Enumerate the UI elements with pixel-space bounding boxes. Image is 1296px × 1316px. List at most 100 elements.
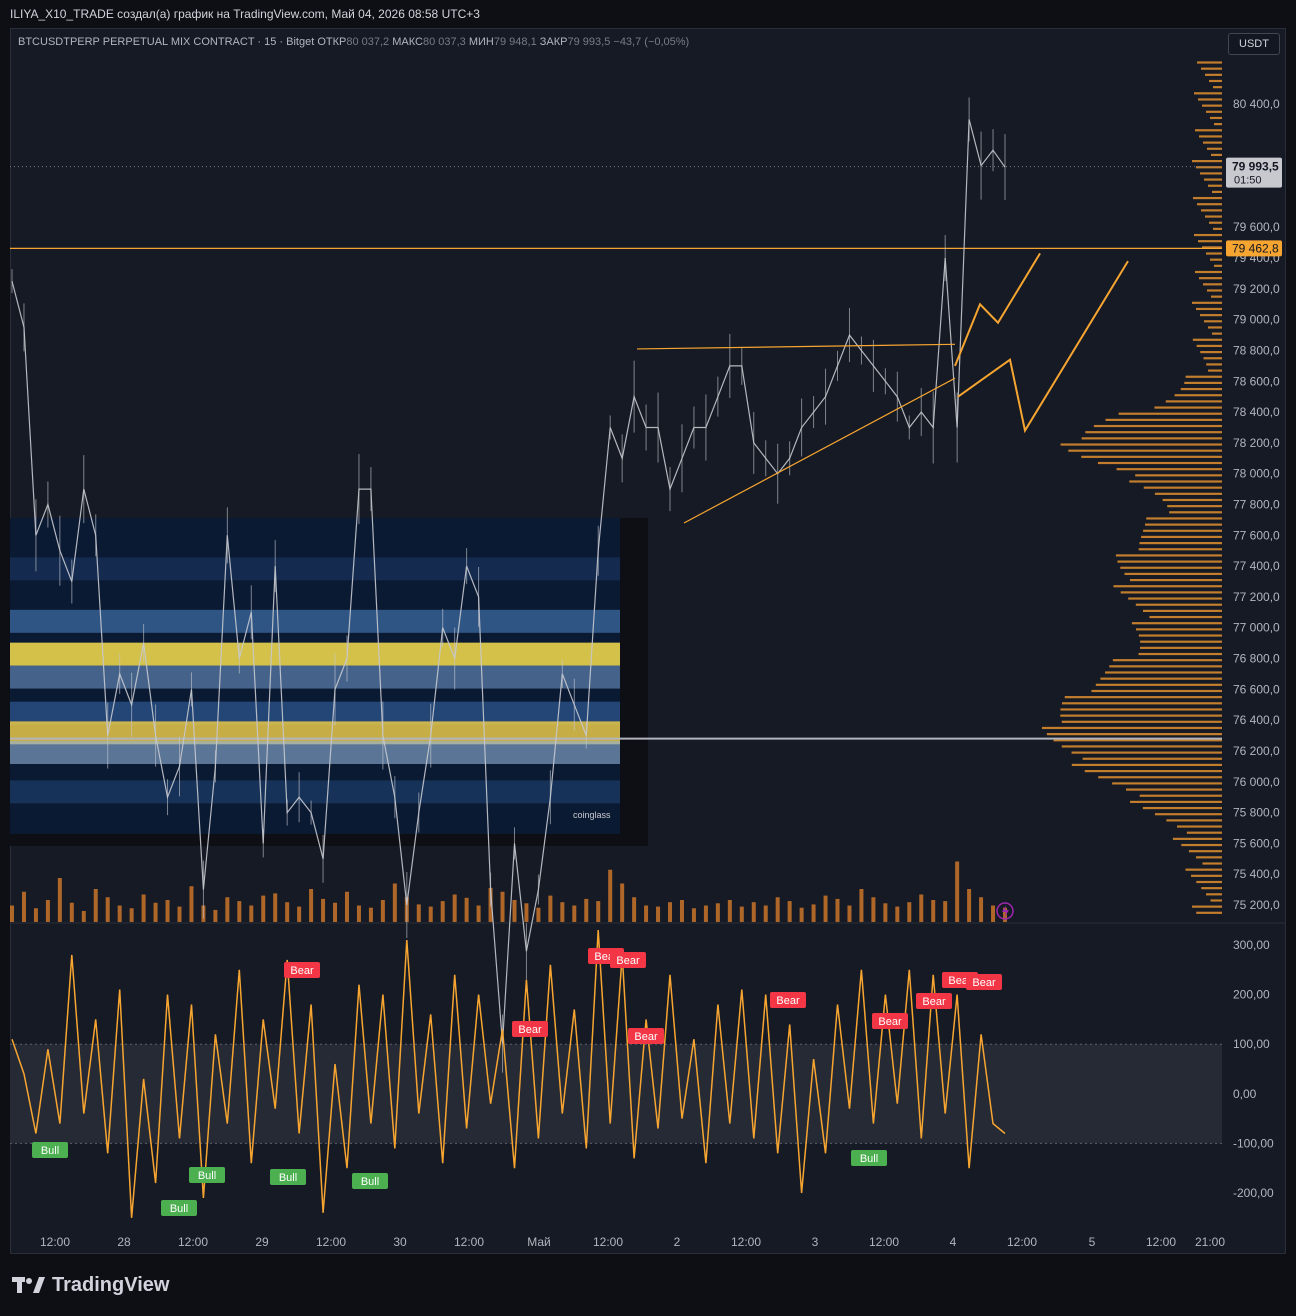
bear-signal-label: Bear <box>616 955 640 967</box>
volume-bar <box>213 909 218 922</box>
volume-profile-bar <box>1085 431 1222 434</box>
bear-signal-label: Bear <box>290 965 314 977</box>
volume-profile-bar <box>1191 301 1222 304</box>
volume-profile-bar <box>1166 819 1222 822</box>
oscillator-band <box>10 1044 1222 1144</box>
open-value: 80 037,2 <box>346 36 390 48</box>
volume-bar <box>225 897 230 922</box>
bear-signal-label: Bear <box>518 1024 542 1036</box>
volume-bar <box>10 905 14 922</box>
symbol-name: BTCUSDTPERP PERPETUAL MIX CONTRACT · 15 … <box>18 36 315 48</box>
volume-bar <box>57 878 62 922</box>
volume-profile-bar <box>1060 714 1222 717</box>
volume-bar <box>45 900 50 922</box>
close-value: 79 993,5 <box>567 36 611 48</box>
time-axis-tick: 12:00 <box>1146 1235 1176 1249</box>
time-axis-tick: 12:00 <box>40 1235 70 1249</box>
volume-bar <box>321 898 326 922</box>
volume-bar <box>584 898 589 922</box>
volume-bar <box>691 908 696 922</box>
volume-profile-bar <box>1195 129 1222 132</box>
chart-canvas[interactable]: coinglass80 400,079 600,079 400,079 200,… <box>0 0 1296 1316</box>
volume-bar <box>620 883 625 922</box>
volume-bar <box>297 906 302 922</box>
tradingview-logo-icon <box>12 1275 46 1297</box>
volume-profile-bar <box>1154 406 1222 409</box>
price-axis-tick: 77 000,0 <box>1233 621 1280 635</box>
projection-arrow-2 <box>957 260 1129 434</box>
volume-profile-bar <box>1214 264 1222 267</box>
change-value: −43,7 (−0,05%) <box>613 36 690 48</box>
volume-profile-bar <box>1060 443 1222 446</box>
volume-bar <box>608 869 613 922</box>
volume-profile-bar <box>1149 615 1222 619</box>
volume-bar <box>237 901 242 922</box>
volume-bar <box>548 895 553 922</box>
price-axis-tick: 79 600,0 <box>1233 220 1280 234</box>
volume-bar <box>727 900 732 922</box>
time-axis-tick: Май <box>527 1235 551 1249</box>
time-axis-tick: 12:00 <box>731 1235 761 1249</box>
high-label: МАКС <box>392 36 423 48</box>
volume-bar <box>823 895 828 922</box>
price-axis-tick: 78 800,0 <box>1233 343 1280 357</box>
volume-bar <box>368 907 373 922</box>
price-axis-tick: 75 400,0 <box>1233 867 1280 881</box>
volume-bar <box>261 895 266 922</box>
price-axis-tick: 79 200,0 <box>1233 282 1280 296</box>
range-top-trendline <box>636 343 956 350</box>
heatmap-scale <box>620 518 648 846</box>
time-axis-tick: 12:00 <box>316 1235 346 1249</box>
volume-profile-bar <box>1129 480 1222 483</box>
volume-bar <box>787 901 792 922</box>
currency-button[interactable]: USDT <box>1228 33 1280 55</box>
volume-profile-bar <box>1071 763 1222 767</box>
volume-bar <box>93 889 98 922</box>
bear-signal-label: Bear <box>922 996 946 1008</box>
oscillator-axis-tick: 0,00 <box>1233 1087 1257 1101</box>
heatmap-band <box>10 721 620 745</box>
volume-profile-bar <box>1112 782 1222 785</box>
time-axis-tick: 2 <box>674 1235 681 1249</box>
price-axis-tick: 77 600,0 <box>1233 528 1280 542</box>
volume-profile-bar <box>1199 135 1222 138</box>
volume-bar <box>153 902 158 922</box>
volume-profile-bar <box>1208 184 1222 187</box>
volume-bar <box>763 905 768 922</box>
bear-signal-label: Bear <box>972 977 996 989</box>
bull-signal-label: Bull <box>279 1172 297 1184</box>
volume-profile-bar <box>1100 677 1222 680</box>
volume-bar <box>703 905 708 922</box>
volume-bar <box>129 908 134 922</box>
volume-bar <box>416 904 421 922</box>
volume-profile-bar <box>1177 825 1222 828</box>
volume-profile-bar <box>1203 141 1222 144</box>
volume-profile-bar <box>1206 363 1222 366</box>
volume-profile-bar <box>1165 400 1222 403</box>
volume-profile-bar <box>1202 104 1222 107</box>
volume-bar <box>177 906 182 922</box>
volume-profile-bar <box>1174 394 1222 397</box>
volume-bar <box>524 903 529 922</box>
level-price-value: 79 462,8 <box>1232 241 1279 255</box>
volume-profile-bar <box>1138 634 1222 637</box>
volume-profile-bar <box>1213 86 1222 89</box>
volume-profile-bar <box>1128 597 1222 600</box>
volume-bar <box>105 897 110 922</box>
volume-profile-bar <box>1203 357 1222 360</box>
volume-profile-bar <box>1172 837 1222 840</box>
price-axis-tick: 75 200,0 <box>1233 898 1280 912</box>
volume-bar <box>715 903 720 922</box>
volume-bar <box>811 904 816 922</box>
heatmap-band <box>10 741 620 764</box>
volume-profile-bar <box>1197 61 1222 64</box>
volume-profile-bar <box>1196 880 1222 884</box>
volume-profile-bar <box>1125 788 1222 791</box>
volume-bar <box>596 901 601 922</box>
price-axis-tick: 77 800,0 <box>1233 498 1280 512</box>
volume-profile-bar <box>1130 800 1222 803</box>
volume-profile-bar <box>1139 646 1222 649</box>
volume-profile-bar <box>1192 338 1222 341</box>
rising-support-trendline <box>683 377 956 524</box>
volume-bar <box>285 902 290 922</box>
